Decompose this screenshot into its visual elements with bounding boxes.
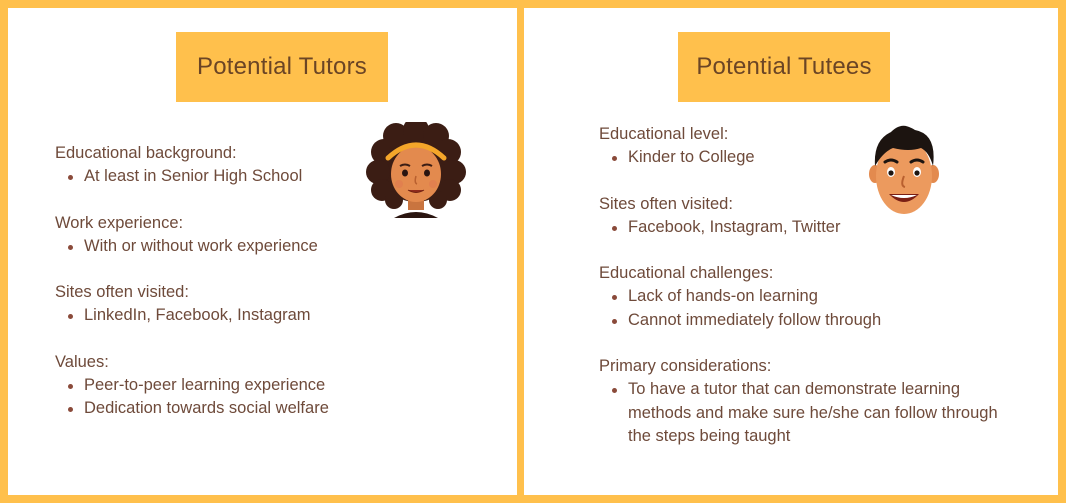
- list-item: Dedication towards social welfare: [55, 397, 415, 421]
- tutors-heading: Potential Tutors: [176, 32, 388, 102]
- section-title: Sites often visited:: [599, 194, 733, 213]
- list-item: Lack of hands-on learning: [599, 285, 1019, 309]
- list-item: LinkedIn, Facebook, Instagram: [55, 304, 415, 328]
- list-item: Cannot immediately follow through: [599, 309, 1019, 333]
- list-item: Peer-to-peer learning experience: [55, 374, 415, 398]
- tutees-panel: Potential Tutees Educational level: Kind…: [524, 8, 1058, 495]
- tutees-heading: Potential Tutees: [678, 32, 890, 102]
- tutors-section: Work experience: With or without work ex…: [55, 211, 415, 259]
- section-title: Values:: [55, 352, 109, 371]
- section-title: Sites often visited:: [55, 283, 189, 301]
- section-title: Work experience:: [55, 213, 184, 232]
- tutors-section: Values: Peer-to-peer learning experience…: [55, 350, 415, 421]
- section-title: Primary considerations:: [599, 357, 772, 375]
- tutees-section: Primary considerations: To have a tutor …: [599, 354, 1019, 449]
- tutors-title: Potential Tutors: [197, 53, 367, 80]
- list-item: At least in Senior High School: [55, 165, 415, 189]
- tutors-section: Sites often visited: LinkedIn, Facebook,…: [55, 280, 415, 328]
- tutees-section: Educational level: Kinder to College: [599, 122, 1019, 170]
- list-item: To have a tutor that can demonstrate lea…: [599, 378, 1019, 449]
- tutees-title: Potential Tutees: [696, 53, 872, 80]
- persona-board: Potential Tutors Educational background:…: [0, 0, 1066, 503]
- list-item: Kinder to College: [599, 146, 1019, 170]
- section-title: Educational background:: [55, 144, 237, 162]
- tutees-section: Educational challenges: Lack of hands-on…: [599, 261, 1019, 332]
- tutors-list: Educational background: At least in Seni…: [55, 141, 415, 443]
- section-title: Educational level:: [599, 125, 729, 143]
- tutees-section: Sites often visited: Facebook, Instagram…: [599, 192, 1019, 240]
- tutors-panel: Potential Tutors Educational background:…: [8, 8, 517, 495]
- list-item: With or without work experience: [55, 235, 415, 259]
- tutees-list: Educational level: Kinder to College Sit…: [599, 122, 1019, 471]
- list-item: Facebook, Instagram, Twitter: [599, 216, 1019, 240]
- section-title: Educational challenges:: [599, 264, 774, 282]
- tutors-section: Educational background: At least in Seni…: [55, 141, 415, 189]
